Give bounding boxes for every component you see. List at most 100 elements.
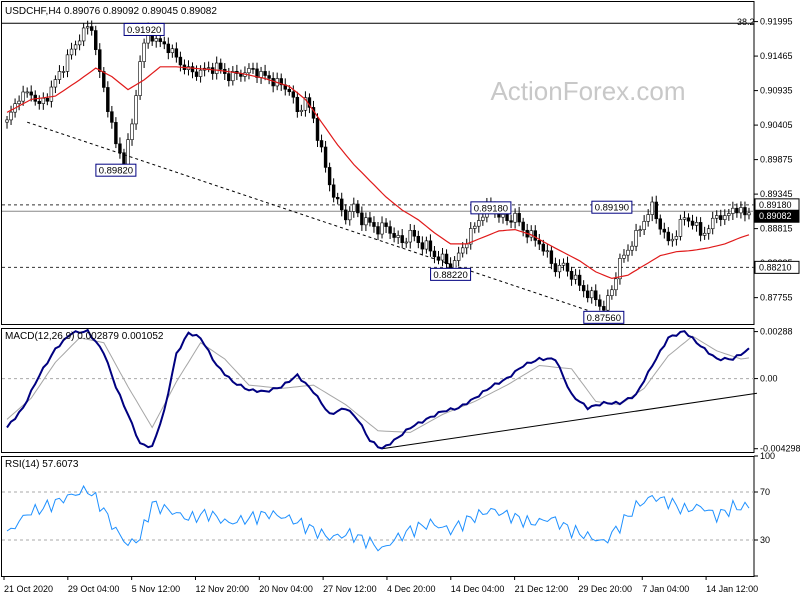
candle-body [545, 250, 550, 253]
price-tick-label: 0.90935 [760, 86, 793, 96]
candle-body [106, 87, 110, 112]
candle-body [65, 54, 70, 72]
price-tick-label: 0.91995 [760, 17, 793, 27]
candle-body [610, 289, 614, 296]
candle-body [295, 96, 300, 113]
candle-body [509, 220, 513, 223]
candle-body [130, 123, 134, 140]
candle-body [327, 167, 332, 186]
symbol-label: USDCHF,H4 [5, 6, 62, 17]
candle-body [743, 207, 747, 216]
candle-body [727, 213, 731, 216]
candle-body [521, 221, 525, 231]
candle-body [465, 243, 469, 249]
candle-body [126, 139, 130, 167]
candle-body [154, 38, 158, 42]
candle-body [694, 222, 699, 226]
candle-body [206, 67, 211, 69]
rsi-tick-label: 30 [760, 535, 770, 545]
candle-body [271, 78, 275, 87]
candle-body [517, 213, 521, 223]
candle-body [731, 207, 735, 214]
candle-body [25, 91, 29, 94]
ohlc-label: 0.89076 0.89092 0.89045 0.89082 [64, 6, 217, 17]
candle-body [698, 222, 703, 236]
chart-root: ActionForex.com 0.91920 0.89820 0.89180 0.8… [0, 0, 800, 600]
candle-body [598, 299, 602, 307]
candle-body [118, 143, 122, 154]
candle-body [178, 56, 183, 66]
candle-body [642, 221, 646, 231]
price-level-label: 0.88210 [759, 262, 792, 272]
annotation-label: 0.88220 [433, 270, 467, 281]
candle-body [590, 290, 594, 299]
candle-body [94, 30, 98, 50]
candle-body [404, 241, 408, 244]
candle-body [436, 256, 441, 261]
candle-body [114, 122, 118, 145]
candle-body [501, 214, 505, 218]
price-axis: 0.91995 0.91465 0.90935 0.90405 0.89875 0.893… [754, 17, 800, 303]
candle-body [747, 212, 751, 216]
candle-body [565, 262, 570, 272]
candle-body [561, 262, 566, 266]
candle-body [557, 265, 562, 273]
candle-body [166, 43, 171, 54]
candle-body [360, 212, 364, 226]
annotation-label: 0.89820 [99, 166, 133, 177]
candle-body [715, 215, 719, 219]
time-tick-label: 4 Dec 20:00 [387, 584, 436, 594]
candle-body [37, 101, 41, 104]
candle-body [473, 225, 477, 229]
candle-body [214, 62, 219, 74]
candle-body [356, 203, 360, 214]
candle-body [537, 240, 542, 245]
time-tick-label: 12 Nov 20:00 [195, 584, 249, 594]
time-tick-label: 7 Jan 04:00 [642, 584, 689, 594]
candle-body [77, 40, 82, 46]
candle-body [706, 228, 711, 234]
candle-body [138, 61, 142, 96]
candle-body [291, 91, 296, 98]
candle-body [102, 71, 106, 88]
candle-body [456, 252, 461, 261]
candle-body [29, 91, 33, 96]
candle-body [614, 278, 618, 291]
candle-body [581, 285, 586, 292]
candle-body [380, 222, 384, 235]
time-tick-label: 21 Dec 12:00 [515, 584, 569, 594]
rsi-label: RSI(14) 57.6073 [5, 459, 79, 470]
macd-tick-label: 0.00288 [760, 327, 793, 337]
candle-body [259, 71, 263, 78]
fib-label: 38.2 [737, 17, 755, 27]
price-level-label: 0.89180 [759, 200, 792, 210]
candle-body [396, 235, 400, 238]
candle-body [384, 222, 388, 227]
candle-body [348, 211, 352, 221]
candle-body [634, 230, 638, 247]
candle-body [299, 109, 304, 113]
price-tick-label: 0.87755 [760, 293, 793, 303]
annotation-label: 0.89190 [595, 203, 629, 214]
candle-body [323, 146, 328, 168]
rsi-tick-label: 100 [760, 451, 775, 461]
candle-body [670, 238, 675, 242]
candle-body [227, 73, 231, 82]
candle-body [573, 274, 578, 280]
price-tick-label: 0.91465 [760, 51, 793, 61]
candle-body [638, 229, 642, 232]
candle-body [622, 254, 626, 259]
candle-body [412, 230, 417, 237]
candle-body [654, 201, 658, 220]
candle-body [339, 198, 344, 211]
candle-body [263, 71, 267, 76]
macd-tick-label: 0.00 [760, 374, 778, 384]
candle-body [287, 88, 291, 93]
candle-body [364, 217, 368, 226]
price-tick-label: 0.90405 [760, 120, 793, 130]
time-tick-label: 14 Jan 12:00 [706, 584, 758, 594]
watermark: ActionForex.com [490, 76, 685, 106]
candle-body [73, 44, 78, 50]
candle-body [251, 68, 255, 70]
candle-body [344, 209, 348, 221]
